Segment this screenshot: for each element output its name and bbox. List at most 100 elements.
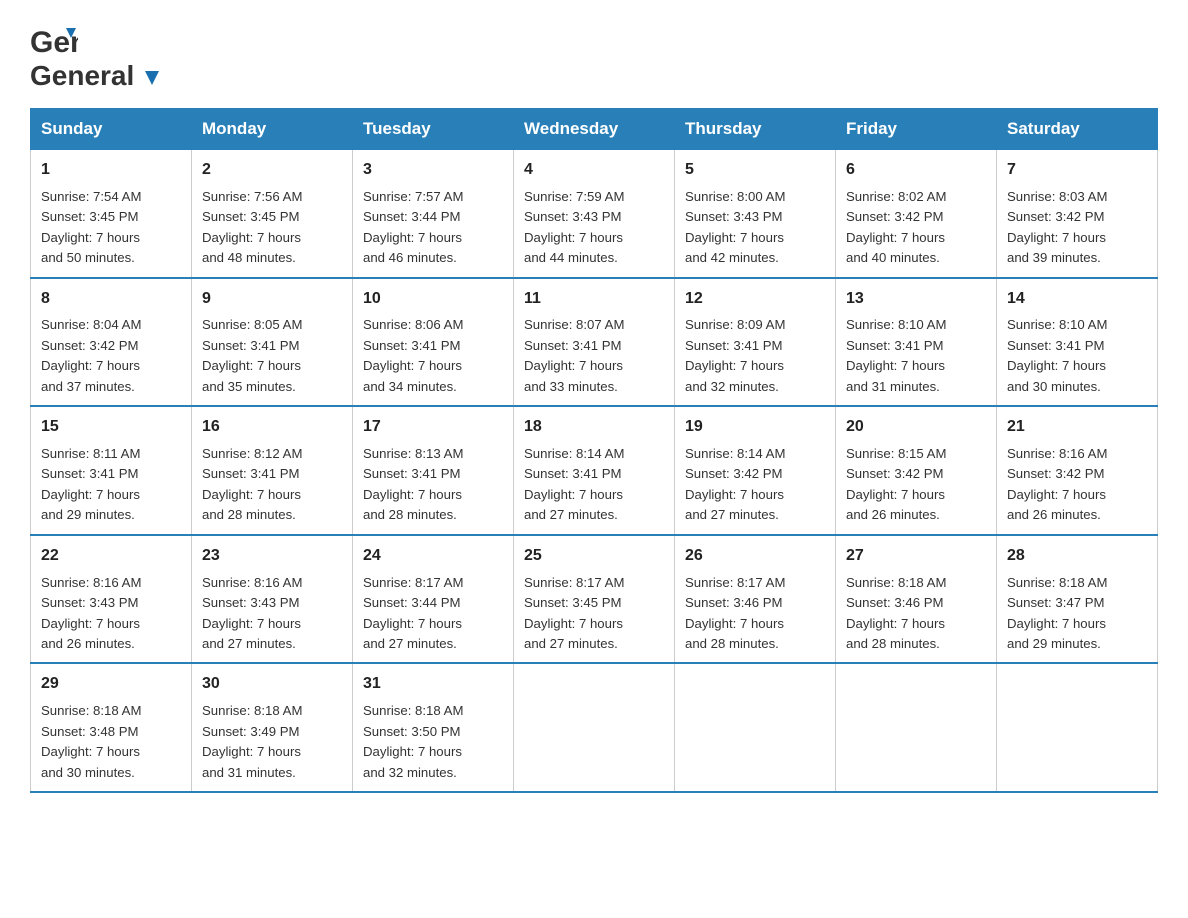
day-number: 20	[846, 415, 986, 440]
day-number: 5	[685, 158, 825, 183]
day-number: 24	[363, 544, 503, 569]
calendar-cell: 26 Sunrise: 8:17 AMSunset: 3:46 PMDayligh…	[675, 535, 836, 664]
day-info: Sunrise: 8:18 AMSunset: 3:49 PMDaylight:…	[202, 701, 342, 783]
col-sunday: Sunday	[31, 109, 192, 150]
col-saturday: Saturday	[997, 109, 1158, 150]
day-number: 17	[363, 415, 503, 440]
calendar-cell: 30 Sunrise: 8:18 AMSunset: 3:49 PMDayligh…	[192, 663, 353, 792]
day-number: 23	[202, 544, 342, 569]
calendar-cell	[675, 663, 836, 792]
calendar-cell: 27 Sunrise: 8:18 AMSunset: 3:46 PMDayligh…	[836, 535, 997, 664]
day-number: 26	[685, 544, 825, 569]
calendar-cell: 6 Sunrise: 8:02 AMSunset: 3:42 PMDaylight…	[836, 150, 997, 278]
day-info: Sunrise: 8:11 AMSunset: 3:41 PMDaylight:…	[41, 444, 181, 526]
day-info: Sunrise: 8:16 AMSunset: 3:43 PMDaylight:…	[41, 573, 181, 655]
col-tuesday: Tuesday	[353, 109, 514, 150]
day-info: Sunrise: 8:18 AMSunset: 3:48 PMDaylight:…	[41, 701, 181, 783]
calendar-cell	[514, 663, 675, 792]
calendar-cell: 20 Sunrise: 8:15 AMSunset: 3:42 PMDayligh…	[836, 406, 997, 535]
day-info: Sunrise: 8:07 AMSunset: 3:41 PMDaylight:…	[524, 315, 664, 397]
calendar-cell: 25 Sunrise: 8:17 AMSunset: 3:45 PMDayligh…	[514, 535, 675, 664]
day-number: 8	[41, 287, 181, 312]
calendar-week-row: 8 Sunrise: 8:04 AMSunset: 3:42 PMDaylight…	[31, 278, 1158, 407]
day-info: Sunrise: 8:05 AMSunset: 3:41 PMDaylight:…	[202, 315, 342, 397]
day-info: Sunrise: 8:14 AMSunset: 3:41 PMDaylight:…	[524, 444, 664, 526]
day-number: 21	[1007, 415, 1147, 440]
calendar-cell: 3Sunrise: 7:57 AMSunset: 3:44 PMDaylight…	[353, 150, 514, 278]
calendar-cell: 21 Sunrise: 8:16 AMSunset: 3:42 PMDayligh…	[997, 406, 1158, 535]
day-number: 7	[1007, 158, 1147, 183]
day-info: Sunrise: 8:12 AMSunset: 3:41 PMDaylight:…	[202, 444, 342, 526]
calendar-cell: 1 Sunrise: 7:54 AMSunset: 3:45 PMDaylight…	[31, 150, 192, 278]
day-number: 10	[363, 287, 503, 312]
calendar-cell: 31 Sunrise: 8:18 AMSunset: 3:50 PMDayligh…	[353, 663, 514, 792]
day-info: Sunrise: 8:09 AMSunset: 3:41 PMDaylight:…	[685, 315, 825, 397]
day-info: Sunrise: 7:56 AMSunset: 3:45 PMDaylight:…	[202, 187, 342, 269]
day-number: 3	[363, 158, 503, 183]
calendar-cell: 23Sunrise: 8:16 AMSunset: 3:43 PMDayligh…	[192, 535, 353, 664]
calendar-cell: 4Sunrise: 7:59 AMSunset: 3:43 PMDaylight…	[514, 150, 675, 278]
day-number: 27	[846, 544, 986, 569]
day-info: Sunrise: 8:17 AMSunset: 3:46 PMDaylight:…	[685, 573, 825, 655]
day-number: 25	[524, 544, 664, 569]
calendar-week-row: 22 Sunrise: 8:16 AMSunset: 3:43 PMDayligh…	[31, 535, 1158, 664]
calendar-week-row: 15 Sunrise: 8:11 AMSunset: 3:41 PMDayligh…	[31, 406, 1158, 535]
day-number: 11	[524, 287, 664, 312]
day-number: 18	[524, 415, 664, 440]
calendar-cell: 13Sunrise: 8:10 AMSunset: 3:41 PMDayligh…	[836, 278, 997, 407]
calendar-cell: 16 Sunrise: 8:12 AMSunset: 3:41 PMDayligh…	[192, 406, 353, 535]
calendar-cell: 24 Sunrise: 8:17 AMSunset: 3:44 PMDayligh…	[353, 535, 514, 664]
day-info: Sunrise: 8:03 AMSunset: 3:42 PMDaylight:…	[1007, 187, 1147, 269]
logo-triangle-icon	[143, 69, 161, 87]
day-number: 14	[1007, 287, 1147, 312]
day-info: Sunrise: 8:02 AMSunset: 3:42 PMDaylight:…	[846, 187, 986, 269]
calendar-cell: 14 Sunrise: 8:10 AMSunset: 3:41 PMDayligh…	[997, 278, 1158, 407]
logo-general: General	[30, 60, 134, 91]
calendar-table: Sunday Monday Tuesday Wednesday Thursday…	[30, 108, 1158, 793]
calendar-cell: 28Sunrise: 8:18 AMSunset: 3:47 PMDayligh…	[997, 535, 1158, 664]
calendar-header-row: Sunday Monday Tuesday Wednesday Thursday…	[31, 109, 1158, 150]
calendar-cell: 10 Sunrise: 8:06 AMSunset: 3:41 PMDayligh…	[353, 278, 514, 407]
day-number: 30	[202, 672, 342, 697]
day-info: Sunrise: 8:18 AMSunset: 3:50 PMDaylight:…	[363, 701, 503, 783]
page-header: General General	[30, 20, 1158, 88]
calendar-cell: 22 Sunrise: 8:16 AMSunset: 3:43 PMDayligh…	[31, 535, 192, 664]
calendar-week-row: 29Sunrise: 8:18 AMSunset: 3:48 PMDayligh…	[31, 663, 1158, 792]
day-info: Sunrise: 8:17 AMSunset: 3:44 PMDaylight:…	[363, 573, 503, 655]
calendar-cell: 18 Sunrise: 8:14 AMSunset: 3:41 PMDayligh…	[514, 406, 675, 535]
day-number: 9	[202, 287, 342, 312]
day-info: Sunrise: 8:14 AMSunset: 3:42 PMDaylight:…	[685, 444, 825, 526]
day-info: Sunrise: 8:06 AMSunset: 3:41 PMDaylight:…	[363, 315, 503, 397]
calendar-cell: 9 Sunrise: 8:05 AMSunset: 3:41 PMDaylight…	[192, 278, 353, 407]
calendar-cell: 8 Sunrise: 8:04 AMSunset: 3:42 PMDaylight…	[31, 278, 192, 407]
day-number: 13	[846, 287, 986, 312]
day-number: 12	[685, 287, 825, 312]
day-number: 22	[41, 544, 181, 569]
day-number: 6	[846, 158, 986, 183]
day-info: Sunrise: 8:17 AMSunset: 3:45 PMDaylight:…	[524, 573, 664, 655]
calendar-cell: 2 Sunrise: 7:56 AMSunset: 3:45 PMDaylight…	[192, 150, 353, 278]
day-info: Sunrise: 8:16 AMSunset: 3:42 PMDaylight:…	[1007, 444, 1147, 526]
day-number: 4	[524, 158, 664, 183]
calendar-cell: 29Sunrise: 8:18 AMSunset: 3:48 PMDayligh…	[31, 663, 192, 792]
day-info: Sunrise: 7:54 AMSunset: 3:45 PMDaylight:…	[41, 187, 181, 269]
day-info: Sunrise: 8:15 AMSunset: 3:42 PMDaylight:…	[846, 444, 986, 526]
day-info: Sunrise: 8:04 AMSunset: 3:42 PMDaylight:…	[41, 315, 181, 397]
calendar-cell: 5Sunrise: 8:00 AMSunset: 3:43 PMDaylight…	[675, 150, 836, 278]
col-wednesday: Wednesday	[514, 109, 675, 150]
day-number: 31	[363, 672, 503, 697]
calendar-cell: 17Sunrise: 8:13 AMSunset: 3:41 PMDayligh…	[353, 406, 514, 535]
day-number: 2	[202, 158, 342, 183]
day-number: 15	[41, 415, 181, 440]
day-info: Sunrise: 8:18 AMSunset: 3:47 PMDaylight:…	[1007, 573, 1147, 655]
logo: General General	[30, 20, 162, 88]
calendar-cell: 7 Sunrise: 8:03 AMSunset: 3:42 PMDaylight…	[997, 150, 1158, 278]
calendar-cell: 12 Sunrise: 8:09 AMSunset: 3:41 PMDayligh…	[675, 278, 836, 407]
col-thursday: Thursday	[675, 109, 836, 150]
day-number: 16	[202, 415, 342, 440]
day-info: Sunrise: 8:10 AMSunset: 3:41 PMDaylight:…	[1007, 315, 1147, 397]
day-info: Sunrise: 8:18 AMSunset: 3:46 PMDaylight:…	[846, 573, 986, 655]
calendar-week-row: 1 Sunrise: 7:54 AMSunset: 3:45 PMDaylight…	[31, 150, 1158, 278]
col-monday: Monday	[192, 109, 353, 150]
day-number: 1	[41, 158, 181, 183]
